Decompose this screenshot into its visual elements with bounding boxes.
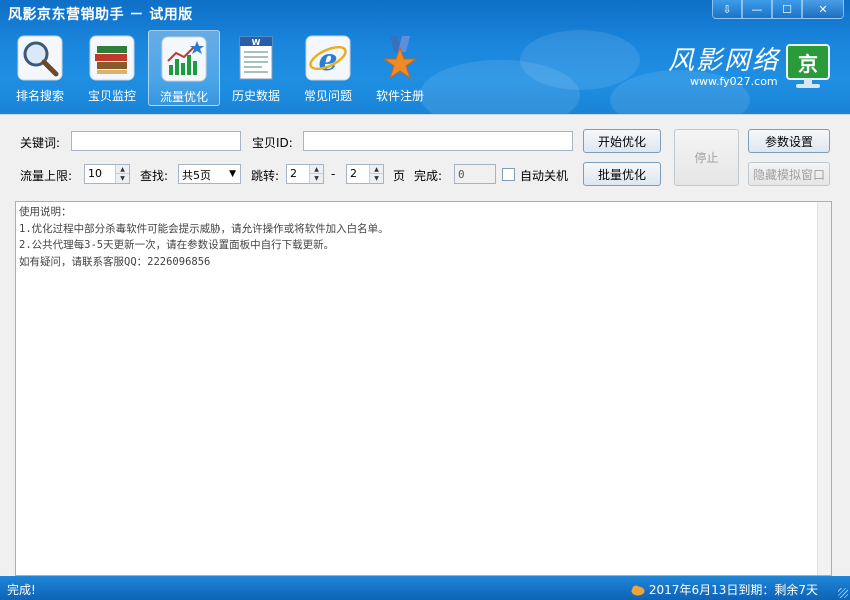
log-line: 2.公共代理每3-5天更新一次，请在参数设置面板中自行下载更新。 [19,239,335,251]
page-unit-label: 页 [393,169,406,183]
cloud-warning-icon [631,585,645,595]
books-icon [89,35,135,81]
tab-label: 流量优化 [159,90,208,104]
tab-label: 常见问题 [303,89,352,103]
status-text: 完成! [7,583,36,597]
cloud-decoration [520,30,640,90]
word-document-icon: W [239,36,273,80]
expiry-text: 2017年6月13日到期：剩余7天 [648,583,818,597]
jump-range-dash: - [331,167,336,181]
log-line: 1.优化过程中部分杀毒软件可能会提示威胁，请允许操作或将软件加入白名单。 [19,222,389,235]
spin-down-icon[interactable]: ▼ [310,174,323,183]
brand-logo: 风影网络 www.fy027.com [668,40,780,88]
magnifier-icon [17,35,63,81]
status-bar: 完成! 2017年6月13日到期：剩余7天 [0,576,850,600]
log-scrollbar[interactable] [817,202,831,575]
close-button[interactable]: ✕ [802,0,844,19]
spin-up-icon[interactable]: ▲ [310,165,323,174]
batch-optimize-button[interactable]: 批量优化 [583,162,661,186]
spin-down-icon[interactable]: ▼ [116,174,129,183]
traffic-limit-label: 流量上限: [20,169,73,183]
tab-label: 宝贝监控 [87,89,136,103]
window-controls: ⇩ — ☐ ✕ [712,0,844,19]
done-label: 完成: [414,169,443,183]
keyword-input[interactable] [71,131,241,151]
tab-history-data[interactable]: W 历史数据 [220,30,292,106]
jump-to-stepper[interactable]: 2 ▲ ▼ [346,164,384,184]
spin-up-icon[interactable]: ▲ [116,165,129,174]
item-id-label: 宝贝ID: [252,136,293,150]
tab-rank-search[interactable]: 排名搜索 [4,30,76,106]
find-label: 查找: [140,169,169,183]
tab-register[interactable]: 软件注册 [364,30,436,106]
spin-up-icon[interactable]: ▲ [370,165,383,174]
monitor-logo-badge: 京 [798,52,818,76]
tab-traffic-optimize[interactable]: 流量优化 [148,30,220,106]
jump-from-stepper[interactable]: 2 ▲ ▼ [286,164,324,184]
log-line: 使用说明： [19,206,72,218]
hide-sim-window-button[interactable]: 隐藏模拟窗口 [748,162,830,186]
skin-menu-button[interactable]: ⇩ [712,0,742,19]
log-line: 如有疑问，请联系客服QQ：2226096856 [19,255,211,268]
tab-item-monitor[interactable]: 宝贝监控 [76,30,148,106]
jump-from-value: 2 [290,167,297,180]
auto-shutdown-checkbox[interactable] [502,168,515,181]
settings-button[interactable]: 参数设置 [748,129,830,153]
traffic-limit-stepper[interactable]: 10 ▲ ▼ [84,164,130,184]
license-status: 2017年6月13日到期：剩余7天 [631,581,818,598]
medal-star-icon [382,36,418,80]
page-count-value: 共5页 [182,169,211,182]
minimize-button[interactable]: — [742,0,772,19]
jump-label: 跳转: [251,169,280,183]
done-count-field [454,164,496,184]
svg-text:W: W [252,38,261,47]
keyword-label: 关键词: [20,136,61,150]
tab-label: 软件注册 [375,89,424,103]
maximize-button[interactable]: ☐ [772,0,802,19]
spin-down-icon[interactable]: ▼ [370,174,383,183]
item-id-input[interactable] [303,131,573,151]
brand-url: www.fy027.com [690,75,778,88]
window-title: 风影京东营销助手 － 试用版 [8,7,193,23]
traffic-optimize-panel: 关键词: 宝贝ID: 流量上限: 10 ▲ ▼ 查找: 共5页 ▼ 跳转: 2 ▲… [0,114,850,576]
traffic-limit-value: 10 [88,167,102,180]
tab-label: 历史数据 [231,89,280,103]
bar-chart-icon [161,36,207,82]
monitor-logo-icon: 京 [786,44,830,88]
resize-grip[interactable] [838,588,848,598]
start-optimize-button[interactable]: 开始优化 [583,129,661,153]
stop-button[interactable]: 停止 [674,129,739,186]
log-textarea[interactable]: 使用说明： 1.优化过程中部分杀毒软件可能会提示威胁，请允许操作或将软件加入白名… [15,201,832,576]
page-count-select[interactable]: 共5页 ▼ [178,164,241,184]
auto-shutdown-label: 自动关机 [520,169,569,183]
tab-label: 排名搜索 [15,89,64,103]
chevron-down-icon: ▼ [229,169,236,179]
jump-to-value: 2 [350,167,357,180]
title-bar-header: 风影京东营销助手 － 试用版 ⇩ — ☐ ✕ 排名搜索 宝贝监控 流量优化 W … [0,0,850,114]
brand-name: 风影网络 [668,46,781,76]
main-toolbar: 排名搜索 宝贝监控 流量优化 W 历史数据 e 常见问题 软件注册 [4,30,436,106]
tab-faq[interactable]: e 常见问题 [292,30,364,106]
ie-browser-icon: e [305,35,351,81]
